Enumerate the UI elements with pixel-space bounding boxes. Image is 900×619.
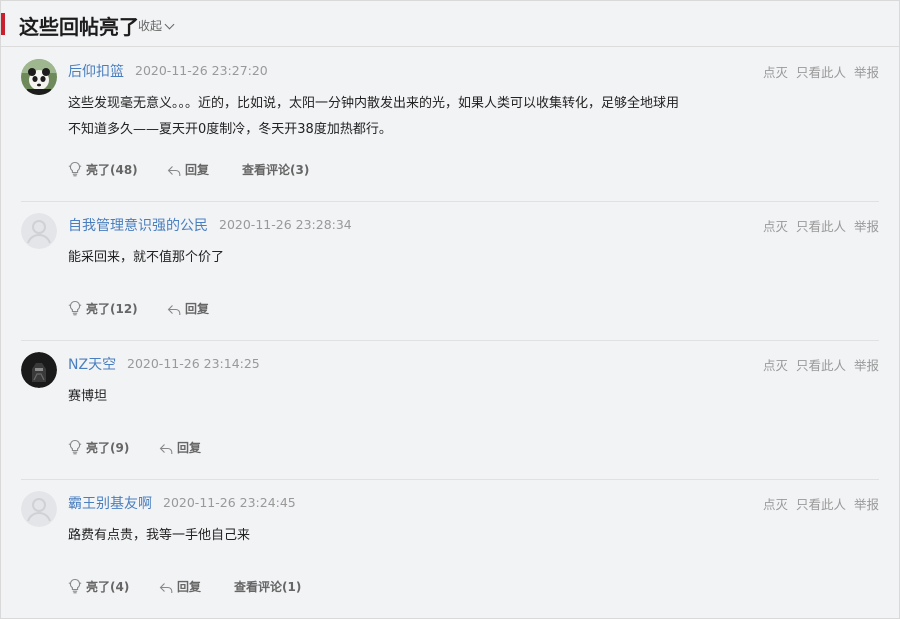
reply-arrow-icon: [167, 166, 181, 176]
default-avatar-icon: [21, 213, 57, 249]
post-time: 2020-11-26 23:24:45: [163, 495, 296, 510]
report-button[interactable]: 举报: [854, 65, 879, 80]
light-count: 亮了(4): [86, 580, 130, 594]
lightbulb-icon: [68, 439, 82, 455]
reply-content: 这些发现毫无意义。。。近的，比如说，太阳一分钟内散发出来的光，如果人类可以收集转…: [68, 91, 768, 143]
dim-button[interactable]: 点灭: [763, 65, 788, 80]
report-button[interactable]: 举报: [854, 497, 879, 512]
reply-label: 回复: [177, 580, 202, 594]
light-button[interactable]: 亮了(4): [68, 578, 129, 595]
post-time: 2020-11-26 23:27:20: [135, 63, 268, 78]
only-this-user-button[interactable]: 只看此人: [796, 358, 846, 373]
avatar[interactable]: [21, 491, 57, 527]
username-link[interactable]: 霸王别基友啊: [68, 493, 152, 513]
avatar[interactable]: [21, 213, 57, 249]
accent-bar: [1, 13, 5, 35]
report-button[interactable]: 举报: [854, 219, 879, 234]
reply-ops: 点灭 只看此人 举报: [755, 494, 879, 513]
reply-arrow-icon: [159, 583, 173, 593]
section-header: 这些回帖亮了 收起: [1, 1, 899, 47]
reply-ops: 点灭 只看此人 举报: [755, 62, 879, 81]
comments-label: 查看评论(3): [242, 163, 310, 177]
collapse-label: 收起: [138, 19, 163, 33]
post-time: 2020-11-26 23:14:25: [127, 356, 260, 371]
reply-item: 后仰扣篮 2020-11-26 23:27:20 点灭 只看此人 举报 这些发现毫无…: [21, 48, 879, 202]
collapse-button[interactable]: 收起: [138, 17, 175, 34]
lightbulb-icon: [68, 300, 82, 316]
reply-arrow-icon: [159, 444, 173, 454]
reply-button[interactable]: 回复: [167, 300, 209, 317]
username-link[interactable]: 自我管理意识强的公民: [68, 215, 208, 235]
dim-button[interactable]: 点灭: [763, 358, 788, 373]
lightbulb-icon: [68, 578, 82, 594]
reply-label: 回复: [177, 441, 202, 455]
panda-avatar-icon: [21, 59, 57, 95]
light-button[interactable]: 亮了(48): [68, 161, 138, 178]
only-this-user-button[interactable]: 只看此人: [796, 497, 846, 512]
reply-ops: 点灭 只看此人 举报: [755, 355, 879, 374]
comments-label: 查看评论(1): [234, 580, 302, 594]
reply-item: 自我管理意识强的公民 2020-11-26 23:28:34 点灭 只看此人 举报 …: [21, 202, 879, 341]
reply-content: 能采回来，就不值那个价了: [68, 245, 768, 271]
reply-arrow-icon: [167, 305, 181, 315]
dim-button[interactable]: 点灭: [763, 219, 788, 234]
avatar[interactable]: [21, 59, 57, 95]
light-button[interactable]: 亮了(9): [68, 439, 129, 456]
content-line: 路费有点贵，我等一手他自己来: [68, 528, 251, 543]
light-count: 亮了(12): [86, 302, 138, 316]
dim-button[interactable]: 点灭: [763, 497, 788, 512]
light-button[interactable]: 亮了(12): [68, 300, 138, 317]
reply-item: NZ天空 2020-11-26 23:14:25 点灭 只看此人 举报 赛博坦 亮了…: [21, 341, 879, 480]
content-line: 不知道多久——夏天开0度制冷，冬天开38度加热都行。: [68, 122, 392, 137]
reply-label: 回复: [185, 302, 210, 316]
avatar[interactable]: [21, 352, 57, 388]
section-title: 这些回帖亮了: [19, 15, 139, 39]
hot-replies-panel: 这些回帖亮了 收起 后仰扣篮 2020-11-26 23:27:20 点灭 只看此…: [0, 0, 900, 619]
only-this-user-button[interactable]: 只看此人: [796, 65, 846, 80]
reply-button[interactable]: 回复: [167, 161, 209, 178]
lightbulb-icon: [68, 161, 82, 177]
view-comments-button[interactable]: 查看评论(3): [242, 161, 309, 178]
content-line: 这些发现毫无意义。。。近的，比如说，太阳一分钟内散发出来的光，如果人类可以收集转…: [68, 96, 680, 111]
light-count: 亮了(9): [86, 441, 130, 455]
username-link[interactable]: 后仰扣篮: [68, 61, 124, 81]
only-this-user-button[interactable]: 只看此人: [796, 219, 846, 234]
dark-avatar-icon: [21, 352, 57, 388]
view-comments-button[interactable]: 查看评论(1): [234, 578, 301, 595]
content-line: 能采回来，就不值那个价了: [68, 250, 225, 265]
reply-content: 赛博坦: [68, 384, 768, 410]
reply-content: 路费有点贵，我等一手他自己来: [68, 523, 768, 549]
chevron-down-icon: [164, 19, 175, 30]
reply-button[interactable]: 回复: [159, 439, 201, 456]
reply-item: 霸王别基友啊 2020-11-26 23:24:45 点灭 只看此人 举报 路费有点…: [21, 480, 879, 619]
report-button[interactable]: 举报: [854, 358, 879, 373]
content-line: 赛博坦: [68, 389, 108, 404]
reply-ops: 点灭 只看此人 举报: [755, 216, 879, 235]
post-time: 2020-11-26 23:28:34: [219, 217, 352, 232]
reply-button[interactable]: 回复: [159, 578, 201, 595]
username-link[interactable]: NZ天空: [68, 354, 116, 374]
reply-label: 回复: [185, 163, 210, 177]
light-count: 亮了(48): [86, 163, 138, 177]
default-avatar-icon: [21, 491, 57, 527]
